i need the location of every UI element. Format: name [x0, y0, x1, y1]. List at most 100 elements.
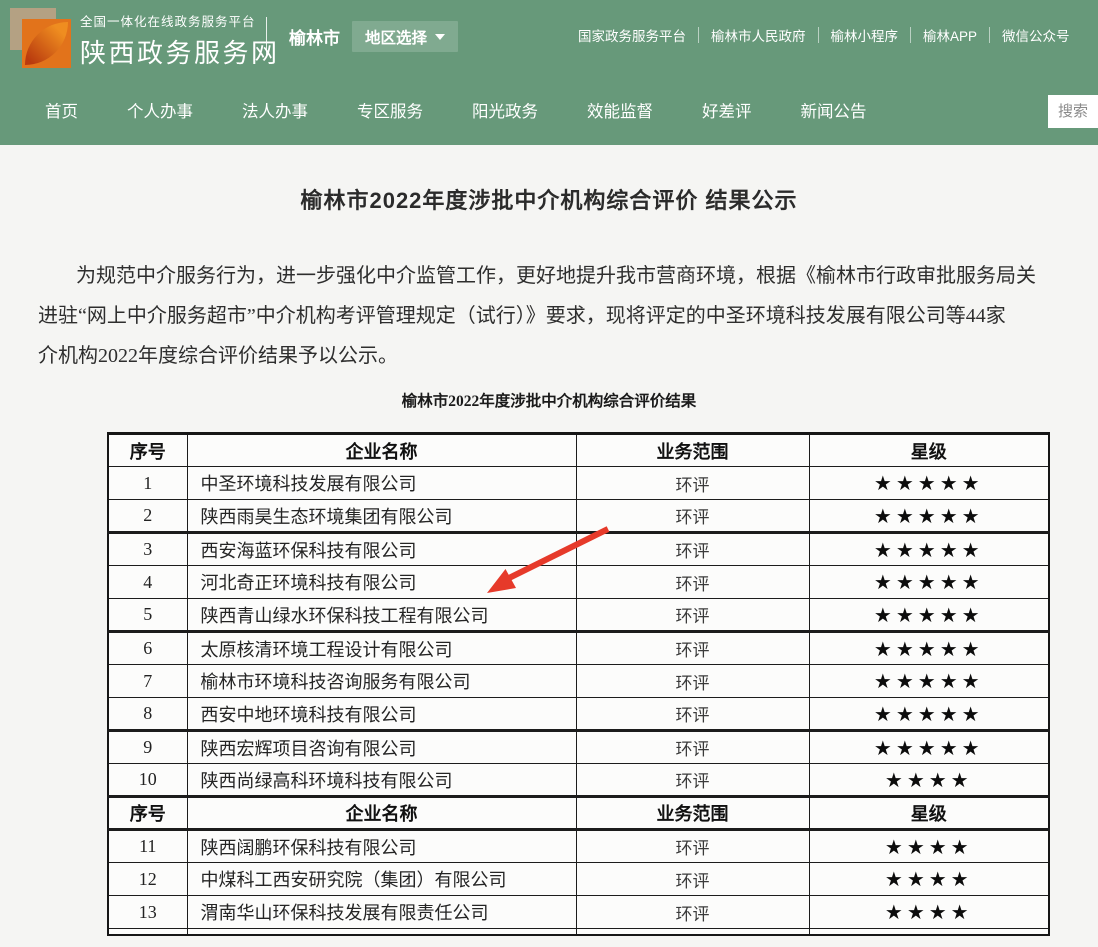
business-scope: 环评 [576, 731, 809, 764]
link-national-platform[interactable]: 国家政务服务平台 [578, 25, 686, 45]
company-name: 河北奇正环境科技有限公司 [187, 566, 576, 599]
table-row: 6 太原核清环境工程设计有限公司 环评 ★★★★★ [108, 632, 1049, 665]
evaluation-results-table: 序号 企业名称 业务范围 星级 1 中圣环境科技发展有限公司 环评 ★★★★★ … [107, 432, 1050, 936]
region-selector-button[interactable]: 地区选择 [352, 21, 458, 52]
page-title: 榆林市2022年度涉批中介机构综合评价 结果公示 [0, 183, 1098, 215]
company-name: 西安中地环境科技有限公司 [187, 698, 576, 731]
brand-divider [266, 17, 267, 56]
business-scope: 环评 [576, 599, 809, 632]
col-header-scope: 业务范围 [576, 434, 809, 467]
row-no: 11 [108, 830, 187, 863]
company-name: 陕西阔鹏环保科技有限公司 [187, 830, 576, 863]
business-scope: 环评 [576, 566, 809, 599]
logo-orange-square [22, 19, 71, 68]
star-rating: ★★★★★ [809, 566, 1049, 599]
company-name: 渭南华山环保科技发展有限责任公司 [187, 896, 576, 929]
row-no: 12 [108, 863, 187, 896]
link-city-app[interactable]: 榆林APP [923, 25, 977, 45]
star-rating: ★★★★★ [809, 665, 1049, 698]
region-selector-label: 地区选择 [365, 26, 427, 48]
logo-leaf-icon [25, 22, 68, 65]
company-name: 陕西青山绿水环保科技工程有限公司 [187, 599, 576, 632]
link-wechat-account[interactable]: 微信公众号 [1002, 25, 1070, 45]
site-name: 陕西政务服务网 [80, 33, 280, 70]
nav-item-personal-services[interactable]: 个人办事 [127, 98, 193, 122]
business-scope: 环评 [576, 500, 809, 533]
row-no: 5 [108, 599, 187, 632]
col-header-stars: 星级 [809, 434, 1049, 467]
col-header-no: 序号 [108, 434, 187, 467]
company-name: 陕西雨昊生态环境集团有限公司 [187, 500, 576, 533]
star-rating: ★★★★★ [809, 467, 1049, 500]
business-scope: 环评 [576, 896, 809, 929]
nav-item-corporate-services[interactable]: 法人办事 [242, 98, 308, 122]
main-navigation: 首页 个人办事 法人办事 专区服务 阳光政务 效能监督 好差评 新闻公告 [0, 75, 1098, 145]
paragraph-line: 为规范中介服务行为，进一步强化中介监管工作，更好地提升我市营商环境，根据《榆林市… [38, 256, 1098, 296]
table-caption: 榆林市2022年度涉批中介机构综合评价结果 [0, 389, 1098, 411]
col-header-name: 企业名称 [187, 434, 576, 467]
table-row: 10 陕西尚绿高科环境科技有限公司 环评 ★★★★ [108, 764, 1049, 797]
link-separator [989, 27, 990, 43]
business-scope: 环评 [576, 632, 809, 665]
nav-item-performance-supervision[interactable]: 效能监督 [587, 98, 653, 122]
star-rating: ★★★★ [809, 863, 1049, 896]
star-rating: ★★★★★ [809, 500, 1049, 533]
star-rating: ★★★★★ [809, 632, 1049, 665]
nav-item-home[interactable]: 首页 [45, 98, 78, 122]
col-header-name: 企业名称 [187, 797, 576, 830]
table-row: 11 陕西阔鹏环保科技有限公司 环评 ★★★★ [108, 830, 1049, 863]
company-name: 榆林市环境科技咨询服务有限公司 [187, 665, 576, 698]
star-rating: ★★★★ [809, 830, 1049, 863]
government-portal-page: { "colors": { "header_green": "#67997a",… [0, 0, 1098, 947]
table-row: 7 榆林市环境科技咨询服务有限公司 环评 ★★★★★ [108, 665, 1049, 698]
table-row: 1 中圣环境科技发展有限公司 环评 ★★★★★ [108, 467, 1049, 500]
business-scope: 环评 [576, 533, 809, 566]
search-input[interactable] [1048, 95, 1098, 128]
link-city-government[interactable]: 榆林市人民政府 [711, 25, 806, 45]
nav-item-zone-services[interactable]: 专区服务 [357, 98, 423, 122]
nav-item-news[interactable]: 新闻公告 [801, 98, 867, 122]
company-name: 中圣环境科技发展有限公司 [187, 467, 576, 500]
row-no: 6 [108, 632, 187, 665]
star-rating: ★★★★★ [809, 599, 1049, 632]
site-logo-icon[interactable] [10, 7, 72, 68]
star-rating: ★★★★★ [809, 533, 1049, 566]
site-branding: 全国一体化在线政务服务平台 陕西政务服务网 [80, 11, 280, 70]
link-separator [910, 27, 911, 43]
table-header-row: 序号 企业名称 业务范围 星级 [108, 434, 1049, 467]
col-header-scope: 业务范围 [576, 797, 809, 830]
star-rating: ★★★★ [809, 764, 1049, 797]
company-name: 太原核清环境工程设计有限公司 [187, 632, 576, 665]
company-name: 中煤科工西安研究院（集团）有限公司 [187, 863, 576, 896]
link-separator [818, 27, 819, 43]
row-no: 9 [108, 731, 187, 764]
business-scope: 环评 [576, 764, 809, 797]
platform-tagline: 全国一体化在线政务服务平台 [80, 11, 280, 30]
row-no: 4 [108, 566, 187, 599]
company-name: 陕西宏辉项目咨询有限公司 [187, 731, 576, 764]
row-no: 10 [108, 764, 187, 797]
table-row: 2 陕西雨昊生态环境集团有限公司 环评 ★★★★★ [108, 500, 1049, 533]
star-rating: ★★★★ [809, 896, 1049, 929]
row-no: 8 [108, 698, 187, 731]
col-header-no: 序号 [108, 797, 187, 830]
business-scope: 环评 [576, 467, 809, 500]
chevron-down-icon [435, 34, 445, 40]
nav-item-open-government[interactable]: 阳光政务 [472, 98, 538, 122]
link-mini-program[interactable]: 榆林小程序 [831, 25, 899, 45]
star-rating: ★★★★★ [809, 731, 1049, 764]
table-row: 9 陕西宏辉项目咨询有限公司 环评 ★★★★★ [108, 731, 1049, 764]
paragraph-line: 介机构2022年度综合评价结果予以公示。 [38, 336, 1098, 376]
business-scope: 环评 [576, 698, 809, 731]
current-city-label: 榆林市 [289, 24, 340, 49]
header-links: 国家政务服务平台 榆林市人民政府 榆林小程序 榆林APP 微信公众号 注册 [578, 25, 1098, 45]
table-header-row-repeat: 序号 企业名称 业务范围 星级 [108, 797, 1049, 830]
company-name: 陕西尚绿高科环境科技有限公司 [187, 764, 576, 797]
nav-item-rating[interactable]: 好差评 [702, 98, 752, 122]
business-scope: 环评 [576, 665, 809, 698]
site-header: 全国一体化在线政务服务平台 陕西政务服务网 榆林市 地区选择 国家政务服务平台 … [0, 0, 1098, 75]
table-row: 5 陕西青山绿水环保科技工程有限公司 环评 ★★★★★ [108, 599, 1049, 632]
table-row-partial [108, 929, 1049, 935]
row-no: 7 [108, 665, 187, 698]
business-scope: 环评 [576, 863, 809, 896]
